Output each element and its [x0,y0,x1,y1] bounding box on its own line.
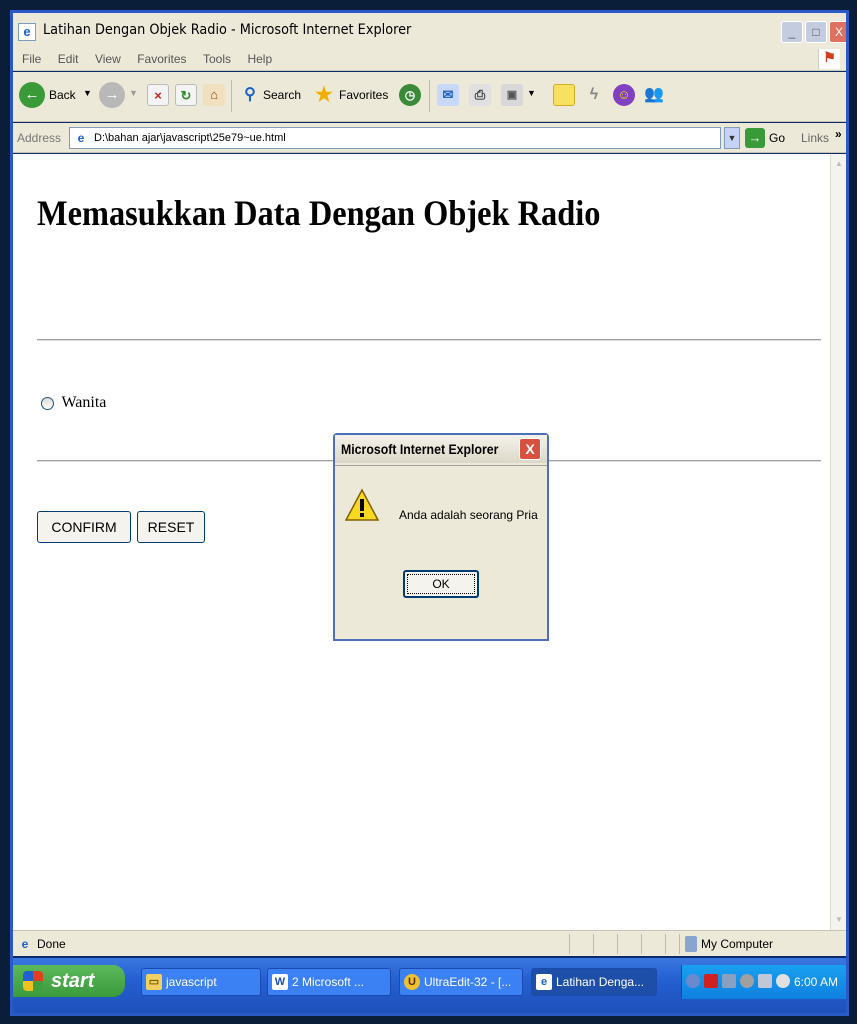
favorites-button-label[interactable]: Favorites [339,88,388,102]
task-internet-explorer[interactable]: e Latihan Denga... [531,968,657,996]
menu-edit[interactable]: Edit [55,52,82,66]
back-dropdown-icon[interactable]: ▼ [83,88,92,98]
address-label: Address [17,131,62,145]
dialog-close-button[interactable]: X [519,438,541,460]
address-bar: Address e D:\bahan ajar\javascript\25e79… [13,123,846,153]
stop-icon[interactable]: × [147,84,169,106]
page-icon: e [77,131,85,145]
task-label: javascript [166,975,217,989]
go-button-label[interactable]: Go [769,131,785,145]
favorites-star-icon[interactable]: ★ [313,84,335,106]
menu-bar: File Edit View Favorites Tools Help ⚑ [13,47,846,71]
desktop-frame: e Latihan Dengan Objek Radio - Microsoft… [10,10,849,1016]
history-icon[interactable]: ◷ [399,84,421,106]
reset-button[interactable]: RESET [137,511,205,543]
print-icon[interactable]: ⎙ [469,84,491,106]
links-chevron-icon[interactable]: » [835,127,842,141]
messenger-face-icon[interactable]: ☺ [613,84,635,106]
ie-icon: e [536,974,552,990]
radio-option-wanita[interactable]: Wanita [41,394,106,412]
search-button-label[interactable]: Search [263,88,301,102]
back-button-label[interactable]: Back [49,88,76,102]
task-label: 2 Microsoft ... [292,975,365,989]
start-button[interactable]: start [13,965,125,997]
page-heading: Memasukkan Data Dengan Objek Radio [37,193,601,233]
radio-button[interactable] [41,396,54,410]
back-arrow-icon[interactable]: ← [19,82,45,108]
scroll-down-icon[interactable]: ▼ [832,912,846,928]
task-label: UltraEdit-32 - [... [424,975,512,989]
window-title: Latihan Dengan Objek Radio - Microsoft I… [43,22,412,38]
menu-tools[interactable]: Tools [200,52,234,66]
menu-view[interactable]: View [92,52,124,66]
task-javascript[interactable]: ▭ javascript [141,968,261,996]
ie-icon: e [18,23,36,41]
address-dropdown-icon[interactable]: ▼ [724,127,740,149]
start-label: start [51,970,95,992]
dialog-message: Anda adalah seorang Pria [399,508,538,522]
refresh-icon[interactable]: ↻ [175,84,197,106]
messenger-icon[interactable] [740,974,754,988]
dialog-title: Microsoft Internet Explorer [341,441,499,457]
search-icon[interactable]: ⚲ [239,84,261,106]
minimize-button[interactable]: _ [781,21,803,43]
windows-logo-icon: ⚑ [818,49,840,69]
status-text: Done [37,937,66,951]
windows-flag-icon [23,971,43,991]
edit-dropdown-icon[interactable]: ▼ [527,88,536,98]
warning-icon [345,488,379,521]
volume-icon[interactable] [776,974,790,988]
standard-toolbar: ← Back ▼ → ▼ × ↻ ⌂ ⚲ Search ★ Favorites … [13,72,846,122]
dialog-body: Anda adalah seorang Pria OK [335,465,547,639]
task-microsoft-word[interactable]: W 2 Microsoft ... [267,968,391,996]
radio-label: Wanita [61,394,107,411]
alert-dialog: Microsoft Internet Explorer X Anda adala… [333,433,549,641]
vertical-scrollbar[interactable]: ▲ ▼ [830,154,846,930]
ultraedit-icon: U [404,974,420,990]
address-input[interactable]: e D:\bahan ajar\javascript\25e79~ue.html [69,127,721,149]
task-ultraedit[interactable]: U UltraEdit-32 - [... [399,968,523,996]
forward-dropdown-icon[interactable]: ▼ [129,88,138,98]
edit-icon[interactable]: ▣ [501,84,523,106]
mail-icon[interactable]: ✉ [437,84,459,106]
dialog-titlebar[interactable]: Microsoft Internet Explorer X [335,435,547,463]
msn-people-icon[interactable]: 👥 [643,84,665,106]
menu-help[interactable]: Help [244,52,275,66]
lightning-icon[interactable]: ϟ [583,84,605,106]
menu-favorites[interactable]: Favorites [134,52,189,66]
antivirus-icon[interactable] [704,974,718,988]
display-icon[interactable] [758,974,772,988]
tray-arrow-icon[interactable] [686,974,700,988]
note-icon[interactable] [553,84,575,106]
close-button[interactable]: X [829,21,846,43]
ok-button[interactable]: OK [403,570,479,598]
ie-status-icon: e [21,937,29,951]
word-icon: W [272,974,288,990]
computer-zone-icon [685,936,697,952]
folder-icon: ▭ [146,974,162,990]
clock: 6:00 AM [793,975,838,989]
status-bar: e Done My Computer [13,930,846,956]
taskbar: start ▭ javascript W 2 Microsoft ... U U… [13,958,846,1013]
system-tray: 6:00 AM [681,965,846,999]
menu-file[interactable]: File [19,52,44,66]
forward-arrow-icon[interactable]: → [99,82,125,108]
confirm-button[interactable]: CONFIRM [37,511,131,543]
security-zone: My Computer [701,937,774,951]
scroll-up-icon[interactable]: ▲ [832,156,846,172]
address-value[interactable]: D:\bahan ajar\javascript\25e79~ue.html [94,132,286,144]
horizontal-rule-top [37,339,821,341]
home-icon[interactable]: ⌂ [203,84,225,106]
links-label[interactable]: Links [801,131,829,145]
go-arrow-icon[interactable]: → [745,128,765,148]
maximize-button[interactable]: □ [805,21,827,43]
task-label: Latihan Denga... [556,975,645,989]
network-icon[interactable] [722,974,736,988]
